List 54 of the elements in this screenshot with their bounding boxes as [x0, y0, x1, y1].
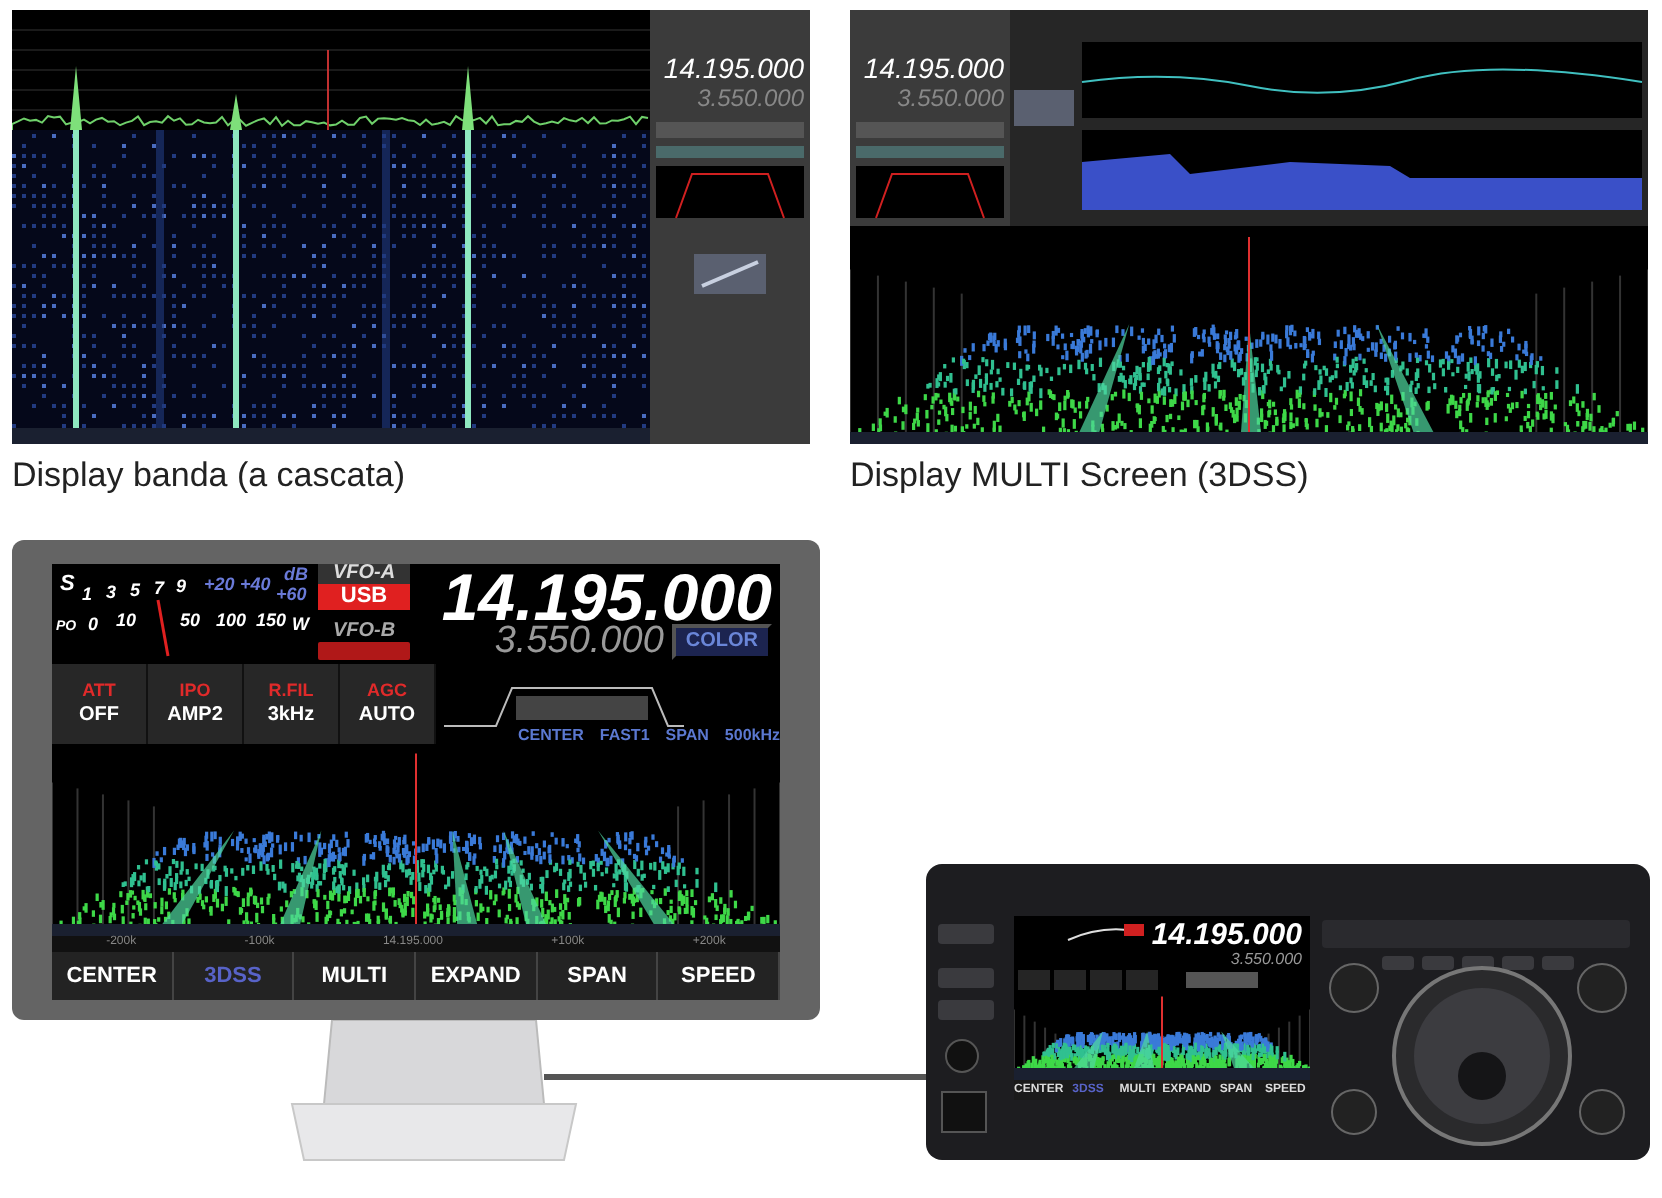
meter-label: S	[60, 572, 75, 597]
scope-setting: 500kHz	[724, 728, 780, 745]
meter-label: 7	[154, 578, 165, 599]
function-tile[interactable]: ATT OFF	[52, 664, 148, 745]
function-label: R.FIL	[268, 682, 314, 701]
vfo-label: VFO-A	[318, 564, 410, 585]
meter-label: 1	[82, 584, 93, 605]
meter-label: 3	[106, 582, 117, 603]
function-label: ATT	[82, 682, 116, 701]
function-value: OFF	[79, 706, 119, 727]
meter-label: +40	[240, 574, 271, 595]
sub-frequency: 3.550.000	[494, 622, 664, 661]
sub-frequency: 3.550.000	[1228, 952, 1304, 969]
scope-setting: SPAN	[665, 728, 709, 745]
meter-label: +60	[276, 584, 307, 605]
scope-setting: CENTER	[517, 728, 584, 745]
function-button[interactable]: MULTI	[294, 952, 417, 1001]
meter-label: W	[292, 614, 309, 635]
needle-icon	[156, 600, 170, 658]
thumbnail-icon	[694, 254, 766, 294]
function-tile[interactable]: R.FIL 3kHz	[244, 664, 340, 745]
meter-label: 50	[180, 610, 201, 631]
color-button[interactable]: COLOR	[671, 623, 772, 660]
mode-badge: USB	[318, 584, 410, 611]
meter-label: dB	[284, 564, 308, 585]
main-frequency: 14.195.000	[1151, 919, 1302, 950]
function-button[interactable]: SPEED	[658, 952, 780, 1001]
meter-label: 5	[130, 580, 141, 601]
screen-caption: Display MULTI Screen (3DSS)	[850, 456, 1311, 497]
frequency-readout: 14.195.000	[863, 54, 1004, 82]
function-label: IPO	[179, 682, 211, 701]
screen-caption: Display banda (a cascata)	[12, 456, 408, 497]
frequency-readout: 14.195.000	[663, 54, 804, 82]
function-value: 3kHz	[267, 706, 315, 727]
function-button[interactable]: CENTER	[52, 952, 174, 1001]
function-tile[interactable]: IPO AMP2	[148, 664, 244, 745]
function-button[interactable]: SPAN	[537, 952, 659, 1001]
meter-label: 150	[256, 610, 287, 631]
meter-label: 0	[88, 614, 99, 635]
meter-label: 9	[176, 576, 187, 597]
frequency-readout: 3.550.000	[697, 86, 804, 110]
function-label: AGC	[367, 682, 407, 701]
function-button[interactable]: EXPAND	[416, 952, 538, 1001]
meter-label: 10	[116, 610, 137, 631]
function-tile[interactable]: AGC AUTO	[340, 664, 436, 745]
function-value: AUTO	[358, 706, 416, 727]
function-value: AMP2	[167, 706, 223, 727]
main-frequency: 14.195.000	[439, 564, 774, 623]
frequency-readout: 3.550.000	[897, 86, 1004, 110]
meter-label: +20	[204, 574, 235, 595]
status-badge	[318, 642, 410, 661]
meter-label: 100	[216, 610, 247, 631]
vfo-label: VFO-B	[330, 622, 398, 643]
scope-setting: FAST1	[599, 728, 650, 745]
